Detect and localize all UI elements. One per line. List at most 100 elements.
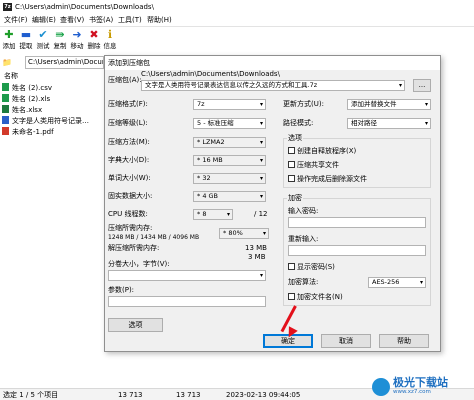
delete-after-label: 操作完成后删除源文件 bbox=[297, 175, 367, 183]
update-value: 添加并替换文件 bbox=[351, 100, 397, 108]
folder-up-icon[interactable]: 📁 bbox=[2, 57, 24, 68]
archive-name-input[interactable]: 文字是人类用符号记录表达信息以传之久远的方式和工具.7z ▾ bbox=[141, 80, 405, 91]
chevron-down-icon: ▾ bbox=[259, 157, 263, 164]
chevron-down-icon: ▾ bbox=[259, 193, 263, 200]
method-label: 压缩方法(M): bbox=[108, 138, 150, 146]
pathmode-value: 相对路径 bbox=[351, 119, 377, 127]
method-value: * LZMA2 bbox=[197, 138, 225, 146]
word-select[interactable]: * 32 ▾ bbox=[193, 173, 266, 184]
file-list: 名称 姓名 (2).csv 姓名 (2).xls 姓名.xlsx 文字是人类用符… bbox=[0, 70, 104, 388]
menu-edit[interactable]: 编辑(E) bbox=[32, 16, 56, 25]
checkbox-box bbox=[288, 161, 295, 168]
sfx-checkbox[interactable]: 创建自释放程序(X) bbox=[288, 147, 356, 156]
dialog-title: 添加到压缩包 bbox=[108, 59, 150, 67]
delete-label: 删除 bbox=[87, 42, 101, 50]
format-select[interactable]: 7z ▾ bbox=[193, 99, 266, 110]
move-button[interactable]: ➜ 移动 bbox=[69, 28, 85, 54]
pdf-file-icon bbox=[2, 127, 9, 135]
extract-label: 提取 bbox=[19, 42, 33, 50]
address-input[interactable]: C:\Users\admin\Documents bbox=[25, 56, 104, 69]
checkbox-box bbox=[288, 147, 295, 154]
x-icon: ✖ bbox=[89, 28, 99, 41]
delete-button[interactable]: ✖ 删除 bbox=[86, 28, 102, 54]
chevron-down-icon: ▾ bbox=[424, 120, 428, 127]
file-name: 姓名 (2).csv bbox=[12, 84, 53, 92]
file-name: 未命名-1.pdf bbox=[12, 128, 54, 136]
solid-select[interactable]: * 4 GB ▾ bbox=[193, 191, 266, 202]
file-name: 文字是人类用符号记录… bbox=[12, 117, 89, 125]
reenter-label: 重新输入: bbox=[288, 235, 319, 243]
method-select[interactable]: * LZMA2 ▾ bbox=[193, 137, 266, 148]
dialog-title-bar: 添加到压缩包 bbox=[105, 56, 440, 70]
xls-file-icon bbox=[2, 94, 9, 102]
doc-file-icon bbox=[2, 116, 9, 124]
menu-view[interactable]: 查看(V) bbox=[60, 16, 84, 25]
enc-method-select[interactable]: AES-256 ▾ bbox=[368, 277, 426, 288]
encrypt-names-label: 加密文件名(N) bbox=[297, 293, 343, 301]
shared-checkbox[interactable]: 压缩共享文件 bbox=[288, 161, 339, 170]
cpu-select[interactable]: * 8 ▾ bbox=[193, 209, 233, 220]
cpu-label: CPU 线程数: bbox=[108, 210, 148, 218]
list-item[interactable]: 姓名 (2).xls bbox=[2, 94, 104, 105]
show-password-checkbox[interactable]: 显示密码(S) bbox=[288, 263, 335, 272]
show-password-label: 显示密码(S) bbox=[297, 263, 335, 271]
menu-tools[interactable]: 工具(T) bbox=[118, 16, 142, 25]
status-size: 13 713 bbox=[118, 391, 143, 399]
params-input[interactable] bbox=[108, 296, 266, 307]
encrypt-names-checkbox[interactable]: 加密文件名(N) bbox=[288, 293, 343, 302]
toolbar: ✚ 添加 ▬ 提取 ✔ 测试 ⇛ 复制 ➜ 移动 ✖ 删除 ℹ 信息 bbox=[0, 27, 474, 55]
status-packed-size: 13 713 bbox=[176, 391, 201, 399]
level-select[interactable]: 5 - 标准压缩 ▾ bbox=[193, 118, 266, 129]
list-item[interactable]: 未命名-1.pdf bbox=[2, 127, 104, 138]
chevron-down-icon: ▾ bbox=[419, 279, 423, 286]
solid-value: * 4 GB bbox=[197, 192, 219, 200]
extract-button[interactable]: ▬ 提取 bbox=[18, 28, 34, 54]
dict-value: * 16 MB bbox=[197, 156, 223, 164]
mem-percent-select[interactable]: * 80% ▾ bbox=[219, 228, 269, 239]
split-select[interactable]: ▾ bbox=[108, 270, 266, 281]
window-title: C:\Users\admin\Documents\Downloads\ bbox=[15, 3, 154, 11]
dict-select[interactable]: * 16 MB ▾ bbox=[193, 155, 266, 166]
menu-help[interactable]: 帮助(H) bbox=[147, 16, 172, 25]
checkbox-box bbox=[288, 175, 295, 182]
list-item[interactable]: 姓名.xlsx bbox=[2, 105, 104, 116]
mem-percent-value: * 80% bbox=[223, 229, 243, 237]
list-item[interactable]: 文字是人类用符号记录… bbox=[2, 116, 104, 127]
test-button[interactable]: ✔ 测试 bbox=[35, 28, 51, 54]
menu-file[interactable]: 文件(F) bbox=[4, 16, 28, 25]
archive-name-value: 文字是人类用符号记录表达信息以传之久远的方式和工具.7z bbox=[145, 81, 318, 89]
delete-after-checkbox[interactable]: 操作完成后删除源文件 bbox=[288, 175, 367, 184]
watermark-name: 极光下载站 bbox=[393, 376, 448, 389]
add-button[interactable]: ✚ 添加 bbox=[1, 28, 17, 54]
list-item[interactable]: 姓名 (2).csv bbox=[2, 83, 104, 94]
column-header-name[interactable]: 名称 bbox=[4, 72, 18, 81]
chevron-down-icon: ▾ bbox=[259, 101, 263, 108]
app-icon: 7z bbox=[3, 3, 12, 11]
chevron-down-icon: ▾ bbox=[398, 82, 402, 89]
options-button[interactable]: 选项 bbox=[108, 318, 163, 332]
cancel-button[interactable]: 取消 bbox=[321, 334, 371, 348]
status-date: 2023-02-13 09:44:05 bbox=[226, 391, 301, 399]
add-to-archive-dialog: 添加到压缩包 压缩包(A): C:\Users\admin\Documents\… bbox=[104, 55, 441, 352]
browse-button[interactable]: ... bbox=[413, 79, 431, 92]
params-label: 参数(P): bbox=[108, 286, 135, 294]
format-label: 压缩格式(F): bbox=[108, 100, 148, 108]
update-select[interactable]: 添加并替换文件 ▾ bbox=[347, 99, 431, 110]
pathmode-select[interactable]: 相对路径 ▾ bbox=[347, 118, 431, 129]
chevron-down-icon: ▾ bbox=[262, 230, 266, 237]
help-button[interactable]: 帮助 bbox=[379, 334, 429, 348]
encryption-group-label: 加密 bbox=[287, 194, 303, 203]
xlsx-file-icon bbox=[2, 105, 9, 113]
add-label: 添加 bbox=[2, 42, 16, 50]
password-input[interactable] bbox=[288, 217, 426, 228]
copy-button[interactable]: ⇛ 复制 bbox=[52, 28, 68, 54]
checkbox-box bbox=[288, 293, 295, 300]
check-icon: ✔ bbox=[38, 28, 48, 41]
enc-method-label: 加密算法: bbox=[288, 278, 319, 286]
copy-label: 复制 bbox=[53, 42, 67, 50]
menu-bookmarks[interactable]: 书签(A) bbox=[89, 16, 113, 25]
info-button[interactable]: ℹ 信息 bbox=[102, 28, 118, 54]
watermark: 极光下载站 www.xz7.com bbox=[372, 376, 472, 398]
reenter-password-input[interactable] bbox=[288, 245, 426, 256]
csv-file-icon bbox=[2, 83, 9, 91]
